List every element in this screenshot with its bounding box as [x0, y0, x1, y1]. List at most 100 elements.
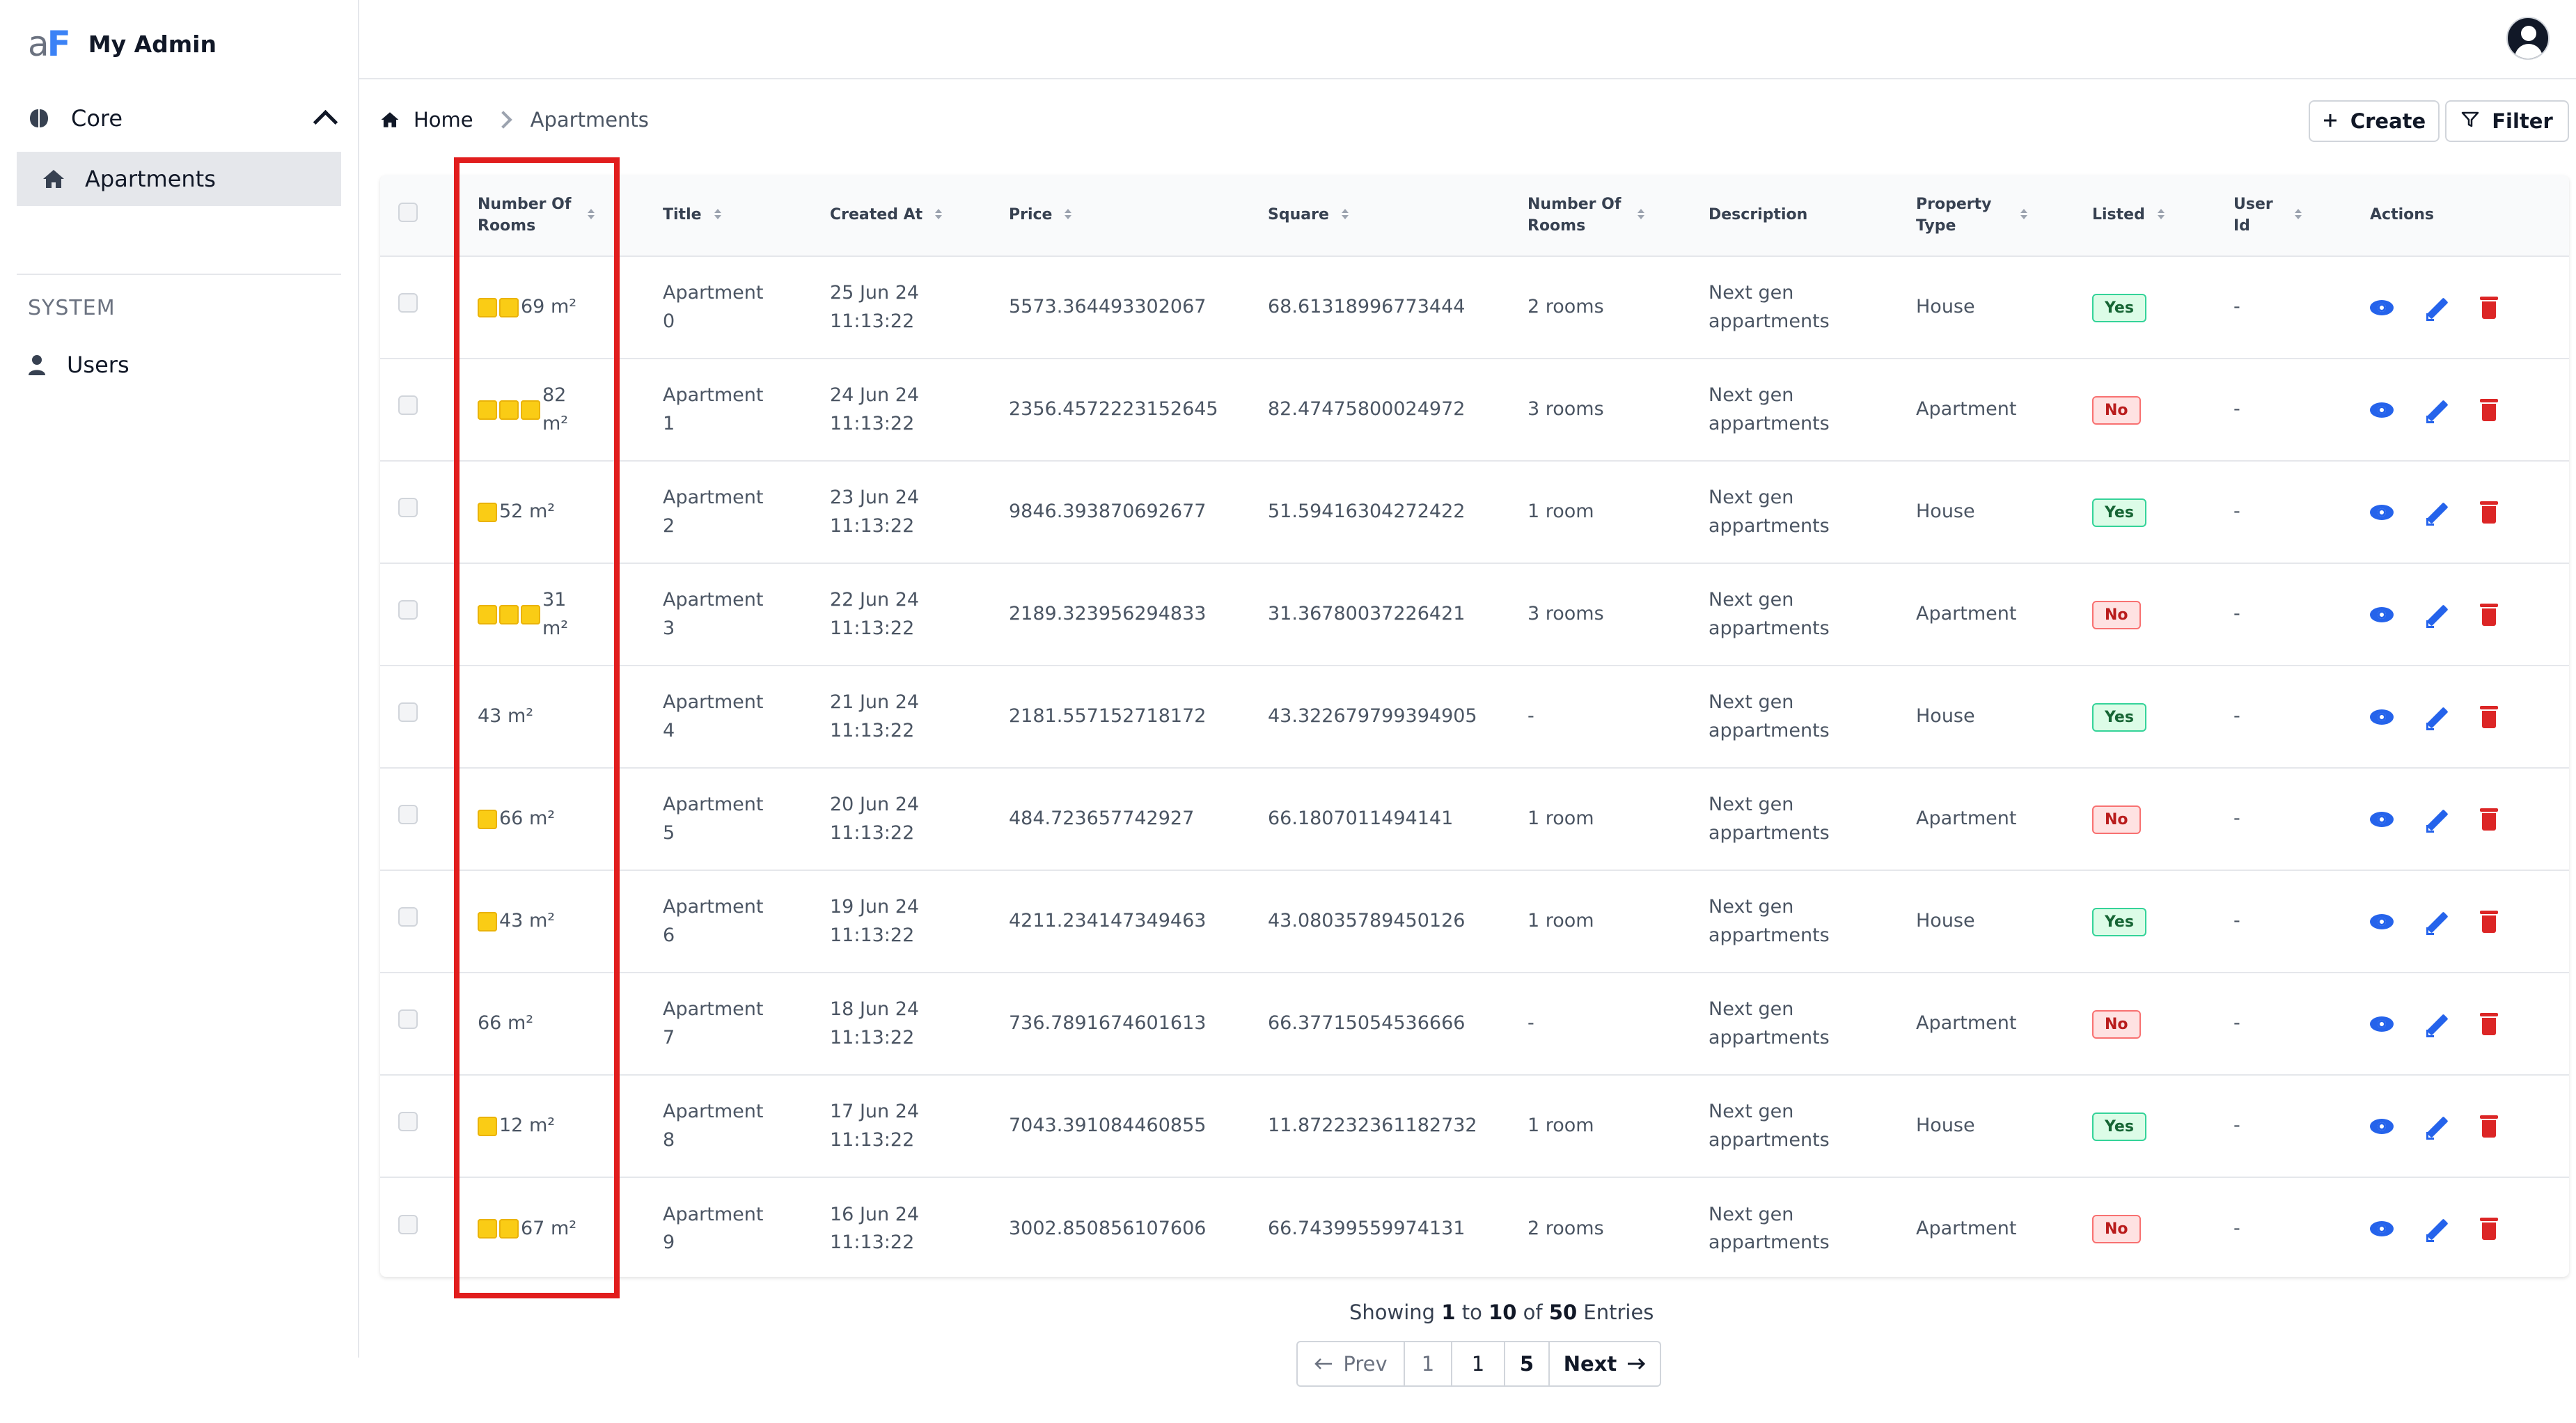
listed-badge: No [2092, 805, 2141, 834]
rooms-area-cell: 67 m² [478, 1215, 663, 1243]
pencil-icon[interactable] [2424, 1012, 2449, 1037]
page-button[interactable]: 5 [1505, 1342, 1550, 1385]
sidebar-group-core[interactable]: Core [28, 101, 338, 136]
row-checkbox[interactable] [398, 600, 418, 620]
eye-icon[interactable] [2370, 1016, 2394, 1032]
trash-icon[interactable] [2480, 1115, 2498, 1138]
arrow-left-icon [1314, 1358, 1333, 1369]
pagination-summary: Showing 1 to 10 of 50 Entries [1349, 1300, 1654, 1324]
column-header-square[interactable]: Square [1268, 175, 1527, 256]
trash-icon[interactable] [2480, 808, 2498, 831]
row-checkbox[interactable] [398, 805, 418, 825]
column-header-property-type[interactable]: Property Type [1916, 175, 2092, 256]
table-row[interactable]: 52 m² Apartment 2 23 Jun 24 11:13:22 9846.3… [380, 461, 2569, 563]
sidebar-item-apartments[interactable]: Apartments [17, 152, 341, 206]
arrow-right-icon [1628, 1358, 1646, 1370]
trash-icon[interactable] [2480, 603, 2498, 626]
avatar-icon[interactable] [2506, 17, 2550, 60]
eye-icon[interactable] [2370, 913, 2394, 929]
row-checkbox[interactable] [398, 498, 418, 518]
chevron-up-icon[interactable] [313, 109, 338, 135]
room-square-icon [499, 400, 519, 420]
price-cell: 3002.850856107606 [1009, 1217, 1207, 1239]
trash-icon[interactable] [2480, 1012, 2498, 1035]
table-row[interactable]: 82 m² Apartment 1 24 Jun 24 11:13:22 2356.4… [380, 359, 2569, 461]
row-checkbox[interactable] [398, 907, 418, 927]
pencil-icon[interactable] [2424, 500, 2449, 526]
column-header-number-of-rooms[interactable]: Number Of Rooms [478, 175, 663, 256]
eye-icon[interactable] [2370, 709, 2394, 725]
row-checkbox[interactable] [398, 702, 418, 723]
table-row[interactable]: 66 m² Apartment 5 20 Jun 24 11:13:22 484.72… [380, 768, 2569, 870]
table-row[interactable]: 69 m² Apartment 0 25 Jun 24 11:13:22 5573.3… [380, 256, 2569, 359]
title-cell: Apartment 1 [663, 384, 764, 434]
table-row[interactable]: 31 m² Apartment 3 22 Jun 24 11:13:22 2189.3… [380, 563, 2569, 666]
room-square-icon [478, 502, 497, 522]
table-row[interactable]: 67 m² Apartment 9 16 Jun 24 11:13:22 3002.8… [380, 1177, 2569, 1277]
eye-icon[interactable] [2370, 402, 2394, 418]
trash-icon[interactable] [2480, 398, 2498, 421]
pencil-icon[interactable] [2424, 602, 2449, 628]
room-square-icon [478, 1116, 497, 1136]
row-actions [2370, 807, 2569, 833]
pencil-icon[interactable] [2424, 705, 2449, 730]
pencil-icon[interactable] [2424, 295, 2449, 321]
room-square-icon [499, 604, 519, 624]
prev-page-button[interactable]: Prev [1298, 1342, 1405, 1385]
created-at-cell: 21 Jun 24 11:13:22 [830, 691, 920, 741]
trash-icon[interactable] [2480, 296, 2498, 319]
filter-button[interactable]: Filter [2445, 100, 2569, 142]
created-at-cell: 20 Jun 24 11:13:22 [830, 794, 920, 844]
property-type-cell: Apartment [1916, 603, 2017, 625]
trash-icon[interactable] [2480, 501, 2498, 524]
row-actions [2370, 1012, 2569, 1037]
column-header-price[interactable]: Price [1009, 175, 1268, 256]
trash-icon[interactable] [2480, 1218, 2498, 1240]
eye-icon[interactable] [2370, 811, 2394, 827]
price-cell: 2189.323956294833 [1009, 603, 1207, 625]
column-header-created-at[interactable]: Created At [830, 175, 1009, 256]
eye-icon[interactable] [2370, 1221, 2394, 1236]
create-button[interactable]: Create [2309, 100, 2440, 142]
pencil-icon[interactable] [2424, 909, 2449, 935]
user-id-cell: - [2233, 603, 2240, 625]
trash-icon[interactable] [2480, 910, 2498, 933]
table-row[interactable]: 12 m² Apartment 8 17 Jun 24 11:13:22 7043.3… [380, 1075, 2569, 1177]
pencil-icon[interactable] [2424, 1216, 2449, 1242]
row-checkbox[interactable] [398, 1112, 418, 1132]
row-checkbox[interactable] [398, 1214, 418, 1234]
pencil-icon[interactable] [2424, 1114, 2449, 1140]
column-header-title[interactable]: Title [663, 175, 830, 256]
row-checkbox[interactable] [398, 293, 418, 313]
row-actions [2370, 295, 2569, 321]
table-row[interactable]: 43 m² Apartment 6 19 Jun 24 11:13:22 4211.2… [380, 870, 2569, 973]
square-cell: 43.322679799394905 [1268, 705, 1477, 728]
table-row[interactable]: 66 m² Apartment 7 18 Jun 24 11:13:22 736.78… [380, 973, 2569, 1075]
row-checkbox[interactable] [398, 395, 418, 416]
sort-icon [2158, 209, 2165, 219]
eye-icon[interactable] [2370, 1118, 2394, 1134]
pencil-icon[interactable] [2424, 807, 2449, 833]
column-header-user-id[interactable]: User Id [2233, 175, 2370, 256]
eye-icon[interactable] [2370, 504, 2394, 520]
trash-icon[interactable] [2480, 705, 2498, 728]
room-square-icon [478, 400, 497, 420]
brand[interactable]: aF My Admin [28, 26, 217, 61]
sort-icon [2020, 209, 2027, 219]
breadcrumb-home[interactable]: Home [414, 108, 473, 132]
pencil-icon[interactable] [2424, 398, 2449, 423]
sidebar-item-users[interactable]: Users [28, 352, 129, 378]
column-header-listed[interactable]: Listed [2092, 175, 2233, 256]
description-cell: Next gen appartments [1709, 589, 1830, 639]
select-all-checkbox[interactable] [398, 202, 418, 222]
next-page-button[interactable]: Next [1550, 1342, 1660, 1385]
page-button[interactable]: 1 [1452, 1342, 1505, 1385]
row-checkbox[interactable] [398, 1009, 418, 1030]
column-header-number-of-rooms-2[interactable]: Number Of Rooms [1527, 175, 1709, 256]
page-button[interactable]: 1 [1405, 1342, 1452, 1385]
property-type-cell: House [1916, 296, 1975, 318]
app-logo: aF [28, 24, 71, 64]
eye-icon[interactable] [2370, 606, 2394, 622]
eye-icon[interactable] [2370, 299, 2394, 315]
table-row[interactable]: 43 m² Apartment 4 21 Jun 24 11:13:22 2181.5… [380, 666, 2569, 768]
